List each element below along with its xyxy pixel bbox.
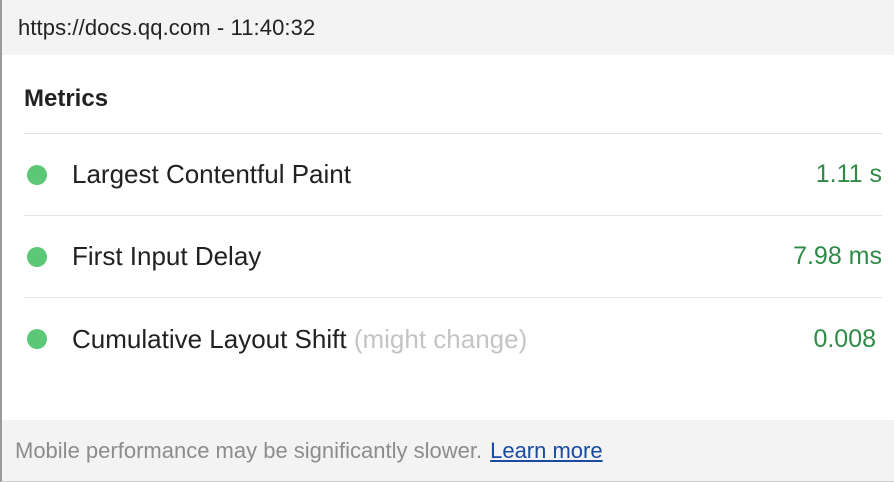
metric-value: 0.008 [813, 324, 876, 353]
metrics-panel: Metrics Largest Contentful Paint 1.11 s … [24, 55, 882, 380]
page-url-header: https://docs.qq.com - 11:40:32 [2, 0, 894, 55]
status-good-dot-icon [27, 246, 47, 267]
status-good-dot-icon [27, 329, 47, 349]
learn-more-link[interactable]: Learn more [490, 438, 603, 464]
metric-name: Cumulative Layout Shift (might change) [72, 323, 528, 354]
mobile-performance-notice: Mobile performance may be significantly … [15, 437, 483, 463]
metric-row-fid: First Input Delay 7.98 ms [24, 216, 882, 298]
metric-row-lcp: Largest Contentful Paint 1.11 s [24, 134, 882, 216]
metric-value: 7.98 ms [793, 242, 882, 270]
web-vitals-popup: https://docs.qq.com - 11:40:32 Metrics L… [0, 0, 894, 482]
metric-name: Largest Contentful Paint [72, 159, 351, 189]
footer-notice-bar: Mobile performance may be significantly … [2, 420, 894, 481]
status-good-dot-icon [27, 164, 47, 185]
metrics-heading: Metrics [24, 55, 882, 134]
page-url-timestamp: https://docs.qq.com - 11:40:32 [18, 14, 316, 40]
metric-name: First Input Delay [72, 241, 262, 271]
metric-row-cls: Cumulative Layout Shift (might change) 0… [24, 298, 882, 380]
metric-value: 1.11 s [815, 160, 882, 188]
metric-note: (might change) [353, 323, 528, 354]
